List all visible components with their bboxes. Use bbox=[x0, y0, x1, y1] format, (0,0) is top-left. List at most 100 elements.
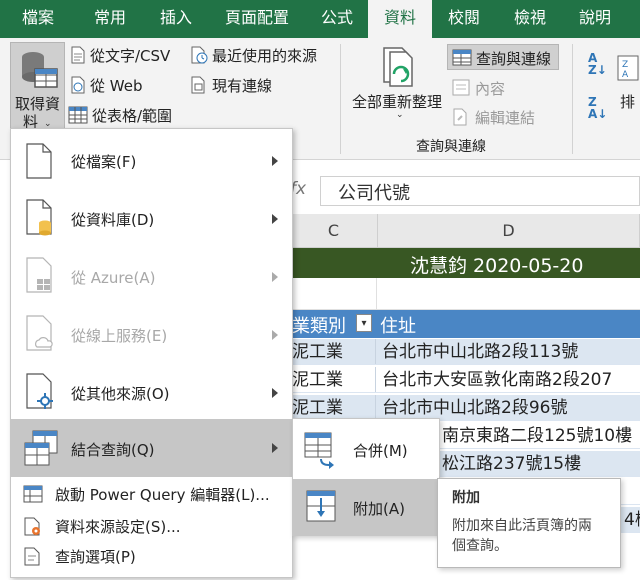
file-icon bbox=[26, 143, 52, 179]
chevron-right-icon bbox=[272, 156, 278, 166]
menu-item-from-azure[interactable]: 從 Azure(A) bbox=[11, 249, 292, 305]
cell-address: 台北市大安區敦化南路2段207 bbox=[382, 370, 613, 390]
menu-item-label: 從其他來源(O) bbox=[71, 385, 170, 403]
table-row[interactable]: 泥工業 台北市中山北路2段113號 bbox=[290, 339, 640, 365]
tab-home[interactable]: 常用 bbox=[76, 0, 144, 38]
web-page-icon bbox=[71, 76, 85, 94]
menu-item-label: 查詢選項(P) bbox=[55, 548, 136, 566]
database-icon bbox=[26, 199, 52, 236]
settings-icon bbox=[24, 517, 40, 536]
refresh-all-icon bbox=[383, 47, 413, 87]
sheet-title: 沈慧鈞 2020-05-20 bbox=[410, 255, 584, 277]
properties-button[interactable]: 內容 bbox=[475, 78, 505, 99]
table-range-icon bbox=[68, 106, 88, 124]
sort-ascending-icon[interactable]: A Z↓ bbox=[588, 52, 607, 76]
merge-icon bbox=[304, 432, 334, 469]
chevron-down-icon: ⌄ bbox=[396, 110, 404, 120]
menu-item-label: 資料來源設定(S)... bbox=[55, 518, 181, 536]
edit-links-icon bbox=[453, 108, 467, 126]
cell-address: 南京東路二段125號10樓 bbox=[442, 426, 633, 446]
query-options-icon bbox=[24, 547, 40, 566]
tab-insert[interactable]: 插入 bbox=[144, 0, 208, 38]
chevron-right-icon bbox=[272, 214, 278, 224]
text-file-icon bbox=[71, 46, 85, 64]
tab-view[interactable]: 檢視 bbox=[496, 0, 564, 38]
refresh-all-button[interactable]: 全部重新整理 bbox=[352, 91, 442, 112]
submenu-item-merge[interactable]: 合併(M) bbox=[293, 423, 439, 475]
menu-item-label: 從檔案(F) bbox=[71, 153, 137, 171]
sort-dialog-icon: Z A bbox=[617, 55, 639, 81]
table-header-address: 住址 bbox=[380, 316, 416, 337]
azure-icon bbox=[26, 257, 52, 293]
cell-address: 松江路237號15樓 bbox=[442, 454, 582, 474]
from-web-button[interactable]: 從 Web bbox=[90, 75, 142, 96]
queries-pane-icon bbox=[452, 49, 472, 66]
from-table-range-button[interactable]: 從表格/範圍 bbox=[92, 105, 172, 126]
menu-item-from-other-sources[interactable]: 從其他來源(O) bbox=[11, 365, 292, 421]
menu-item-query-options[interactable]: 查詢選項(P) bbox=[11, 541, 292, 571]
grid-line bbox=[376, 278, 377, 310]
tooltip-title: 附加 bbox=[452, 490, 480, 506]
cell-address: 4樓 bbox=[624, 510, 640, 530]
get-data-menu: 從檔案(F) 從資料庫(D) 從 Azure(A) 從線上服務(E) 從其他來源… bbox=[10, 128, 293, 578]
tab-data[interactable]: 資料 bbox=[368, 0, 432, 38]
tooltip-body: 附加來自此活頁簿的兩 bbox=[452, 518, 592, 534]
menu-item-data-source-settings[interactable]: 資料來源設定(S)... bbox=[11, 511, 292, 541]
sort-button[interactable]: 排 bbox=[620, 91, 635, 112]
filter-dropdown-icon[interactable]: ▾ bbox=[356, 314, 372, 332]
blank-row[interactable] bbox=[290, 278, 640, 310]
chevron-right-icon bbox=[272, 272, 278, 282]
existing-connections-icon bbox=[191, 76, 205, 94]
tab-file[interactable]: 檔案 bbox=[0, 0, 76, 38]
edit-links-button[interactable]: 編輯連結 bbox=[475, 107, 535, 128]
cloud-icon bbox=[26, 315, 53, 351]
recent-sources-button[interactable]: 最近使用的來源 bbox=[212, 45, 317, 66]
database-table-icon bbox=[22, 52, 58, 88]
queries-connections-label: 查詢與連線 bbox=[476, 50, 552, 68]
svg-text:A: A bbox=[622, 70, 629, 80]
queries-connections-button[interactable]: 查詢與連線 bbox=[447, 44, 559, 70]
from-text-csv-button[interactable]: 從文字/CSV bbox=[90, 45, 170, 66]
tab-formulas[interactable]: 公式 bbox=[306, 0, 368, 38]
cell-address: 台北市中山北路2段113號 bbox=[382, 342, 579, 362]
menu-item-label: 啟動 Power Query 編輯器(L)... bbox=[55, 486, 270, 504]
column-header-d[interactable]: D bbox=[378, 214, 640, 248]
menu-item-label: 從資料庫(D) bbox=[71, 211, 155, 229]
table-row[interactable]: 泥工業 台北市大安區敦化南路2段207 bbox=[290, 367, 640, 393]
tab-help[interactable]: 說明 bbox=[564, 0, 626, 38]
menu-item-combine-queries[interactable]: 結合查詢(Q) bbox=[11, 419, 292, 477]
tab-review[interactable]: 校閱 bbox=[432, 0, 496, 38]
svg-text:Z: Z bbox=[622, 60, 628, 70]
existing-connections-button[interactable]: 現有連線 bbox=[212, 75, 272, 96]
menu-item-label: 結合查詢(Q) bbox=[71, 441, 155, 459]
sort-descending-icon[interactable]: Z A↓ bbox=[588, 96, 607, 120]
menu-item-from-database[interactable]: 從資料庫(D) bbox=[11, 191, 292, 247]
ribbon-separator bbox=[340, 44, 341, 154]
menu-item-from-file[interactable]: 從檔案(F) bbox=[11, 133, 292, 189]
tooltip-body-2: 個查詢。 bbox=[452, 538, 508, 554]
properties-icon bbox=[452, 79, 470, 96]
power-query-editor-icon bbox=[23, 485, 43, 503]
tab-page-layout[interactable]: 頁面配置 bbox=[208, 0, 306, 38]
menu-item-label: 從 Azure(A) bbox=[71, 269, 156, 287]
column-header-c[interactable]: C bbox=[290, 214, 378, 248]
menu-item-from-online-services[interactable]: 從線上服務(E) bbox=[11, 307, 292, 363]
recent-sources-icon bbox=[191, 46, 208, 64]
cell-category: 泥工業 bbox=[290, 367, 376, 392]
cell-category: 泥工業 bbox=[290, 339, 376, 364]
combine-queries-icon bbox=[24, 430, 58, 466]
get-data-button[interactable]: 取得資 料 ⌄ bbox=[10, 42, 65, 131]
formula-value: 公司代號 bbox=[338, 183, 410, 204]
ribbon-tab-bar: 檔案 常用 插入 頁面配置 公式 資料 校閱 檢視 說明 bbox=[0, 0, 640, 38]
menu-item-label: 從線上服務(E) bbox=[71, 327, 168, 345]
ribbon-separator bbox=[572, 44, 573, 154]
menu-item-launch-power-query[interactable]: 啟動 Power Query 編輯器(L)... bbox=[11, 479, 292, 509]
submenu-item-append[interactable]: 附加(A) bbox=[293, 479, 439, 535]
chevron-right-icon bbox=[272, 443, 278, 453]
append-icon bbox=[306, 490, 336, 522]
chevron-right-icon bbox=[272, 330, 278, 340]
chevron-right-icon bbox=[272, 388, 278, 398]
append-tooltip: 附加 附加來自此活頁簿的兩 個查詢。 bbox=[437, 478, 621, 568]
combine-queries-submenu: 合併(M) 附加(A) bbox=[292, 418, 440, 536]
other-sources-icon bbox=[26, 373, 53, 409]
